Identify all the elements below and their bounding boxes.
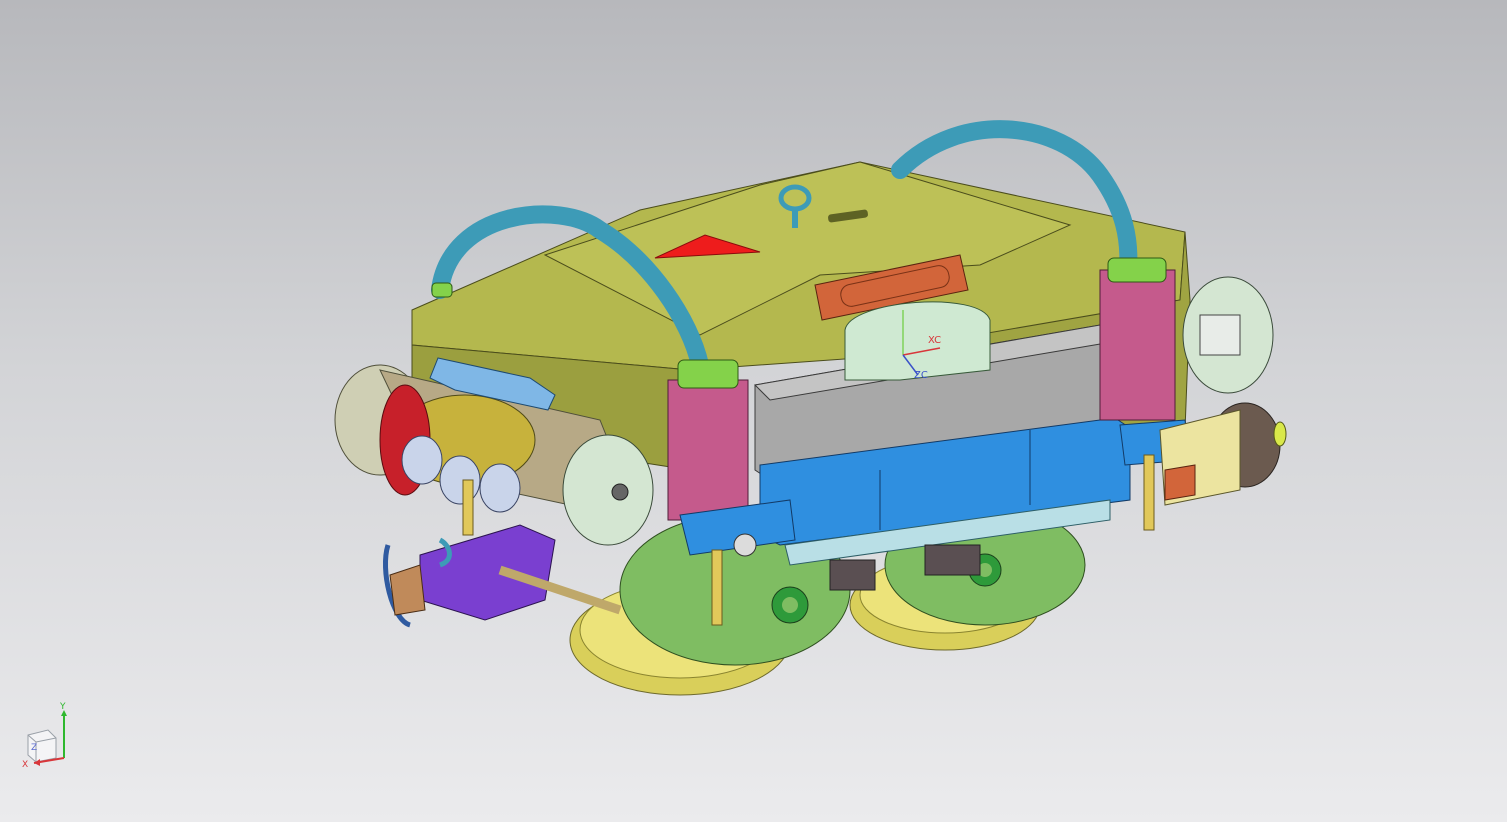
triad-y-label: Y bbox=[59, 702, 66, 712]
triad-z-label: Z bbox=[31, 743, 37, 753]
view-orientation-triad[interactable]: Y X Z bbox=[18, 700, 78, 775]
camera-hood[interactable] bbox=[844, 301, 991, 381]
post-left bbox=[711, 549, 723, 626]
post-right bbox=[1143, 454, 1155, 531]
robot-3d-model[interactable]: XC ZC bbox=[0, 0, 1507, 822]
purple-clamp[interactable] bbox=[382, 524, 556, 628]
triad-x-label: X bbox=[22, 760, 28, 770]
bracket-left[interactable] bbox=[667, 359, 749, 521]
wcs-z-label: ZC bbox=[914, 370, 928, 381]
post-far-left bbox=[462, 479, 474, 536]
wcs-x-label: XC bbox=[928, 335, 941, 346]
bracket-right[interactable] bbox=[1099, 257, 1176, 421]
cap-left bbox=[431, 282, 453, 298]
graphics-viewport[interactable]: XC ZC Y X Z bbox=[0, 0, 1507, 822]
